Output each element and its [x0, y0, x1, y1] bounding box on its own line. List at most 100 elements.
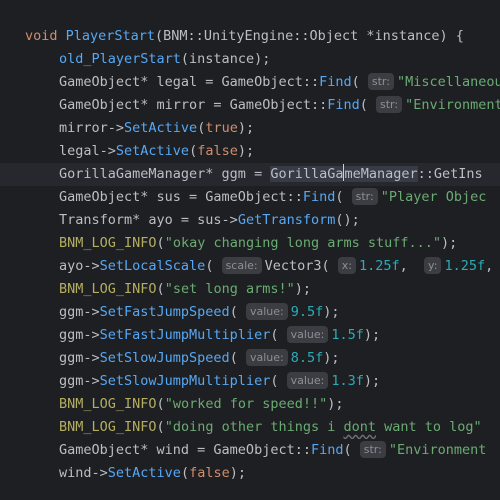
number-literal: 1.25f — [444, 258, 486, 274]
string-literal: want to log" — [376, 419, 482, 435]
number-literal: 1.3f — [331, 373, 364, 389]
number-literal: 1.5f — [331, 327, 364, 343]
string-literal: "worked for speed!!" — [164, 396, 328, 412]
code-editor[interactable]: void PlayerStart(BNM::UnityEngine::Objec… — [0, 0, 500, 500]
code-text: ( — [229, 304, 246, 320]
code-text: ::GetIns — [417, 166, 483, 182]
macro-name: BNM_LOG_INFO — [59, 396, 157, 412]
code-text: ); — [323, 304, 340, 320]
function-name: Find — [319, 74, 352, 90]
code-text: ); — [323, 350, 340, 366]
code-line-9[interactable]: Transform* ayo = sus->GetTransform(); — [0, 209, 500, 232]
code-line-7[interactable]: GorillaGameManager* ggm = GorillaGameMan… — [0, 163, 500, 186]
code-text: ggm-> — [59, 304, 100, 320]
number-literal: 9.5f — [290, 304, 324, 320]
keyword: false — [197, 143, 238, 159]
code-line-13[interactable]: ggm->SetFastJumpSpeed( value: 9.5f); — [0, 301, 500, 324]
spelling-warning-word[interactable]: dont — [344, 419, 377, 435]
code-line-15[interactable]: ggm->SetSlowJumpSpeed( value: 8.5f); — [0, 347, 500, 370]
code-text: ); — [237, 143, 255, 159]
function-name: Find — [327, 97, 360, 113]
code-text: ); — [327, 396, 344, 412]
string-literal: "Environment — [405, 97, 500, 113]
code-line-19[interactable]: GameObject* wind = GameObject::Find( str… — [0, 439, 500, 462]
function-name: SetLocalScale — [99, 258, 206, 274]
code-line-2[interactable]: old_PlayerStart(instance); — [0, 48, 500, 71]
function-name: SetSlowJumpMultiplier — [99, 373, 271, 389]
code-line-4[interactable]: GameObject* mirror = GameObject::Find( s… — [0, 94, 500, 117]
code-text: Vector3( — [264, 258, 338, 274]
code-line-12[interactable]: BNM_LOG_INFO("set long arms!"); — [0, 278, 500, 301]
function-name: SetFastJumpSpeed — [99, 304, 230, 320]
code-text: ( — [180, 465, 190, 481]
code-text: Transform* ayo = sus-> — [59, 212, 238, 228]
lightbulb-icon[interactable] — [30, 167, 46, 183]
parameter-hint: str: — [351, 188, 378, 205]
code-text: , — [399, 258, 425, 274]
code-line-16[interactable]: ggm->SetSlowJumpMultiplier( value: 1.3f); — [0, 370, 500, 393]
identifier-highlight: GorillaGa — [270, 166, 344, 182]
string-literal: "Player Objec — [380, 189, 487, 205]
code-line-11[interactable]: ayo->SetLocalScale( scale: Vector3( x: 1.2… — [0, 255, 500, 278]
code-line-3[interactable]: GameObject* legal = GameObject::Find( st… — [0, 71, 500, 94]
code-text: (); — [335, 212, 360, 228]
keyword: false — [189, 465, 230, 481]
parameter-hint: value: — [286, 326, 329, 343]
code-text: ( — [270, 327, 287, 343]
code-line-20[interactable]: wind->SetActive(false); — [0, 462, 500, 485]
number-literal: 1.25f — [359, 258, 400, 274]
code-text: ( — [270, 373, 287, 389]
code-line-5[interactable]: mirror->SetActive(true); — [0, 117, 500, 140]
string-literal: "doing other things i — [164, 419, 344, 435]
code-text: ); — [363, 327, 381, 343]
code-line-8[interactable]: GameObject* sus = GameObject::Find( str:… — [0, 186, 500, 209]
code-text: ggm-> — [59, 327, 100, 343]
code-text: ggm-> — [59, 373, 100, 389]
keyword: true — [205, 120, 238, 136]
code-text: legal-> — [59, 143, 116, 159]
macro-name: BNM_LOG_INFO — [59, 281, 157, 297]
code-text: ( — [156, 235, 165, 251]
macro-name: BNM_LOG_INFO — [59, 419, 157, 435]
function-name: Find — [310, 442, 344, 458]
code-text: wind-> — [59, 465, 108, 481]
keyword: void — [25, 28, 66, 44]
code-text: ); — [363, 373, 381, 389]
string-literal: "set long arms!" — [164, 281, 295, 297]
code-line-17[interactable]: BNM_LOG_INFO("worked for speed!!"); — [0, 393, 500, 416]
code-text: mirror-> — [59, 120, 125, 136]
code-text: GameObject* mirror = GameObject:: — [59, 97, 328, 113]
code-text: ( — [156, 396, 165, 412]
string-literal: "Environment — [388, 442, 487, 458]
function-name: Find — [302, 189, 336, 205]
macro-name: BNM_LOG_INFO — [59, 235, 157, 251]
code-line-10[interactable]: BNM_LOG_INFO("okay changing long arms st… — [0, 232, 500, 255]
code-text: ( — [359, 97, 376, 113]
parameter-hint: x: — [337, 257, 357, 274]
code-line-18[interactable]: BNM_LOG_INFO("doing other things i dont … — [0, 416, 500, 439]
parameter-hint: str: — [367, 73, 394, 90]
number-literal: 8.5f — [290, 350, 324, 366]
parameter-hint: value: — [286, 372, 329, 389]
code-text: ( — [351, 74, 368, 90]
code-line-6[interactable]: legal->SetActive(false); — [0, 140, 500, 163]
code-text: ggm-> — [59, 350, 100, 366]
code-text: ); — [237, 120, 255, 136]
function-name: PlayerStart — [65, 28, 156, 44]
parameter-hint: str: — [359, 441, 386, 458]
identifier-highlight: meManager — [344, 166, 418, 182]
code-line-14[interactable]: ggm->SetFastJumpMultiplier( value: 1.5f); — [0, 324, 500, 347]
code-text: ( — [189, 143, 198, 159]
function-name: SetSlowJumpSpeed — [99, 350, 230, 366]
function-name: SetActive — [115, 143, 190, 159]
parameter-hint: value: — [245, 349, 288, 366]
code-line-1[interactable]: void PlayerStart(BNM::UnityEngine::Objec… — [0, 25, 500, 48]
function-name: SetFastJumpMultiplier — [99, 327, 271, 343]
code-text: ( — [335, 189, 352, 205]
code-text: ( — [156, 419, 165, 435]
string-literal: "okay changing long arms stuff..." — [164, 235, 442, 251]
code-text: GameObject* legal = GameObject:: — [59, 74, 320, 90]
code-text: GorillaGameManager* ggm = — [59, 166, 271, 182]
code-text: , — [485, 258, 494, 274]
parameter-hint: y: — [424, 257, 442, 274]
